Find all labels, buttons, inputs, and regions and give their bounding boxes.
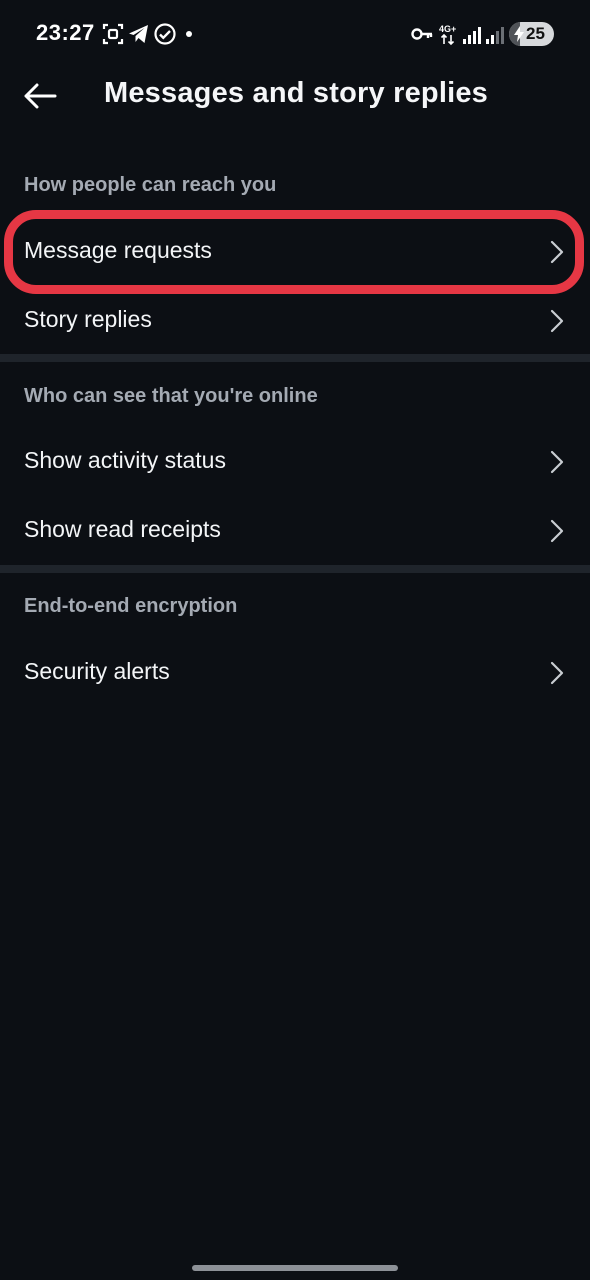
screenshot-icon [102, 23, 124, 45]
status-time: 23:27 [36, 20, 95, 45]
chevron-right-icon [550, 240, 564, 264]
row-story-replies[interactable]: Story replies [0, 289, 590, 353]
row-security-alerts[interactable]: Security alerts [0, 641, 590, 705]
section-divider [0, 354, 590, 362]
battery-level: 25 [526, 24, 545, 43]
section-heading-encryption: End-to-end encryption [24, 595, 238, 617]
row-label: Show activity status [24, 447, 226, 473]
telegram-icon [129, 25, 148, 43]
page-title: Messages and story replies [104, 77, 488, 109]
row-label: Security alerts [24, 658, 170, 684]
section-heading-online: Who can see that you're online [24, 385, 318, 407]
header: Messages and story replies [0, 68, 590, 128]
signal-icon [463, 27, 481, 44]
dot-icon [186, 31, 192, 37]
chevron-right-icon [550, 519, 564, 543]
section-divider [0, 565, 590, 573]
screen: 23:27 4G+ 25 Messages and story replies … [0, 0, 590, 1280]
charging-bolt-icon [514, 26, 524, 42]
section-heading-reach: How people can reach you [24, 174, 277, 196]
signal-2-icon [486, 27, 504, 44]
chevron-right-icon [550, 309, 564, 333]
vpn-key-icon [411, 28, 433, 40]
chevron-right-icon [550, 661, 564, 685]
home-indicator[interactable] [192, 1265, 398, 1271]
arrow-left-icon [24, 83, 57, 109]
back-button[interactable] [18, 74, 62, 118]
row-label: Message requests [24, 237, 212, 263]
row-label: Story replies [24, 306, 152, 332]
status-bar: 23:27 4G+ 25 [0, 0, 590, 68]
battery-indicator: 25 [509, 22, 554, 46]
chevron-right-icon [550, 450, 564, 474]
row-show-read-receipts[interactable]: Show read receipts [0, 499, 590, 563]
network-4g-icon: 4G+ [439, 24, 456, 46]
row-show-activity-status[interactable]: Show activity status [0, 430, 590, 494]
row-label: Show read receipts [24, 516, 221, 542]
network-label: 4G+ [439, 24, 456, 34]
check-circle-icon [154, 23, 176, 45]
row-message-requests[interactable]: Message requests [0, 220, 590, 284]
